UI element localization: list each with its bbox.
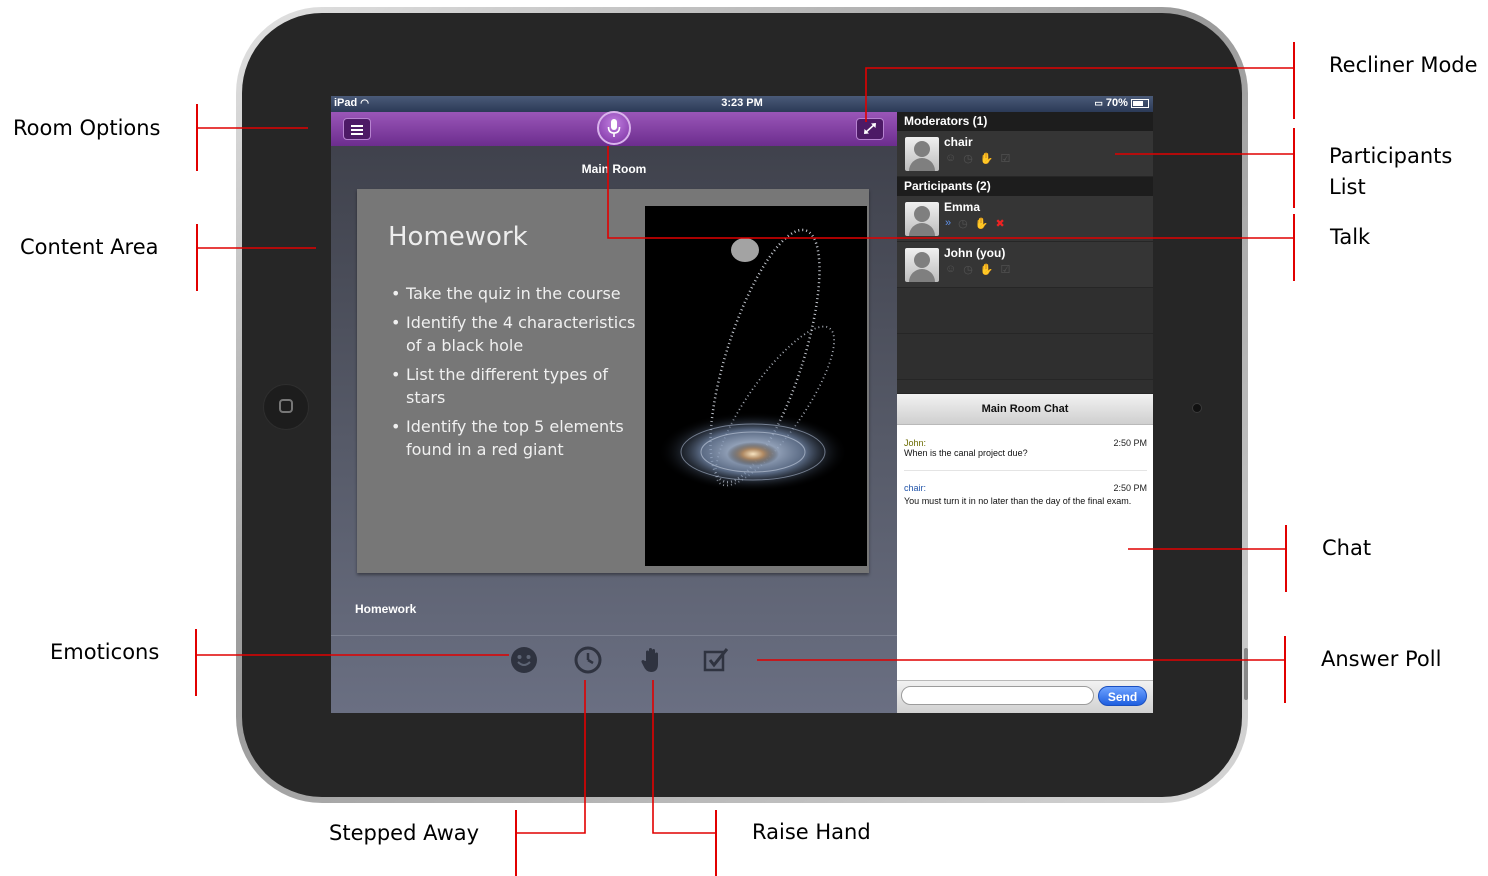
callout-connectors	[196, 67, 1294, 834]
